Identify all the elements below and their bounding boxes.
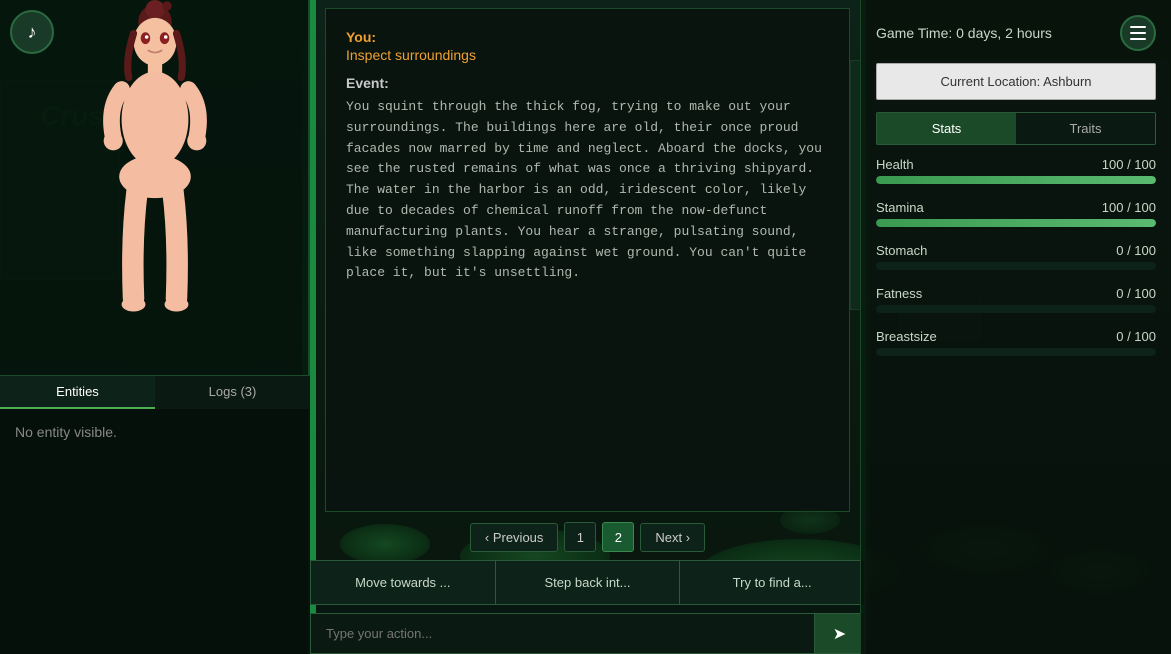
stomach-bar-bg: [876, 262, 1156, 270]
health-bar-fill: [876, 176, 1156, 184]
tab-entities[interactable]: Entities: [0, 376, 155, 409]
health-bar-bg: [876, 176, 1156, 184]
character-figure: [0, 0, 310, 370]
event-label: Event:: [346, 75, 829, 91]
story-text: You squint through the thick fog, trying…: [346, 97, 829, 284]
stat-tabs: Stats Traits: [876, 112, 1156, 145]
left-panel: ♪: [0, 0, 310, 654]
right-panel: Game Time: 0 days, 2 hours Current Locat…: [860, 0, 1171, 654]
entity-content: No entity visible.: [0, 409, 310, 654]
stamina-bar-fill: [876, 219, 1156, 227]
send-button[interactable]: ➤: [815, 613, 865, 654]
stat-stamina: Stamina 100 / 100: [876, 200, 1156, 227]
health-label: Health: [876, 157, 914, 172]
next-button[interactable]: Next ›: [640, 523, 705, 552]
no-entity-text: No entity visible.: [15, 424, 117, 440]
fatness-value: 0 / 100: [1116, 286, 1156, 301]
location-button[interactable]: Current Location: Ashburn: [876, 63, 1156, 100]
menu-line-1: [1130, 26, 1146, 28]
game-time: Game Time: 0 days, 2 hours: [876, 25, 1052, 41]
stamina-value: 100 / 100: [1102, 200, 1156, 215]
stamina-label: Stamina: [876, 200, 924, 215]
menu-line-2: [1130, 32, 1146, 34]
character-area: [0, 0, 310, 370]
tab-traits[interactable]: Traits: [1016, 113, 1155, 144]
pagination: ‹ Previous 1 2 Next ›: [310, 512, 865, 560]
action-btn-3[interactable]: Try to find a...: [680, 560, 865, 605]
menu-line-3: [1130, 38, 1146, 40]
action-input[interactable]: [310, 613, 815, 654]
story-action: Inspect surroundings: [346, 47, 829, 63]
action-btn-2[interactable]: Step back int...: [496, 560, 681, 605]
breastsize-label: Breastsize: [876, 329, 937, 344]
stomach-label: Stomach: [876, 243, 927, 258]
story-area: You: Inspect surroundings Event: You squ…: [325, 8, 850, 512]
breastsize-bar-bg: [876, 348, 1156, 356]
entity-tabs: Entities Logs (3): [0, 375, 310, 409]
page-1-button[interactable]: 1: [564, 522, 596, 552]
action-btn-1[interactable]: Move towards ...: [310, 560, 496, 605]
game-header: Game Time: 0 days, 2 hours: [876, 15, 1156, 51]
tab-logs[interactable]: Logs (3): [155, 376, 310, 409]
center-panel: You: Inspect surroundings Event: You squ…: [310, 0, 865, 654]
fatness-label: Fatness: [876, 286, 922, 301]
stat-breastsize: Breastsize 0 / 100: [876, 329, 1156, 356]
stomach-value: 0 / 100: [1116, 243, 1156, 258]
stat-stomach: Stomach 0 / 100: [876, 243, 1156, 270]
tab-stats[interactable]: Stats: [877, 113, 1016, 144]
menu-button[interactable]: [1120, 15, 1156, 51]
music-button[interactable]: ♪: [10, 10, 54, 54]
you-label: You:: [346, 29, 829, 45]
stat-fatness: Fatness 0 / 100: [876, 286, 1156, 313]
fatness-bar-bg: [876, 305, 1156, 313]
stamina-bar-bg: [876, 219, 1156, 227]
health-value: 100 / 100: [1102, 157, 1156, 172]
text-input-row: ➤: [310, 613, 865, 654]
prev-button[interactable]: ‹ Previous: [470, 523, 559, 552]
breastsize-value: 0 / 100: [1116, 329, 1156, 344]
stat-health: Health 100 / 100: [876, 157, 1156, 184]
action-buttons: Move towards ... Step back int... Try to…: [310, 560, 865, 605]
page-2-button[interactable]: 2: [602, 522, 634, 552]
music-icon: ♪: [28, 22, 37, 43]
